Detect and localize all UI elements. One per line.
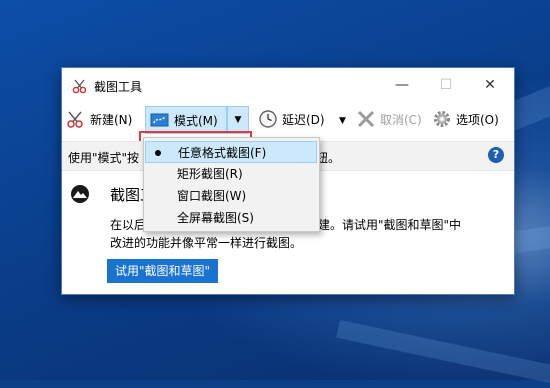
window-title: 截图工具 [94,80,143,94]
menu-item-rectangular[interactable]: 矩形截图(R) [145,163,317,185]
snip-sketch-icon [71,185,89,203]
selected-bullet-icon [155,150,161,156]
title-bar: 截图工具 — ☐ ✕ [62,68,514,102]
minimize-button[interactable]: — [380,72,424,98]
freeform-snip-icon [150,113,169,127]
cancel-button[interactable]: 取消(C) [356,106,422,132]
new-button[interactable]: 新建(N) [66,106,132,132]
options-button-label: 选项(O) [456,112,499,127]
promo-text-line1-right: 建。请试用"截图和草图"中 [318,218,462,232]
cancel-button-label: 取消(C) [380,112,422,127]
delay-button[interactable]: 延迟(D) [258,106,325,132]
delay-button-label: 延迟(D) [282,112,325,127]
menu-item-freeform[interactable]: 任意格式截图(F) [145,141,317,163]
menu-item-label: 全屏幕截图(S) [177,211,254,225]
scissors-new-icon [67,111,83,128]
mode-button-label: 模式(M) [174,113,218,128]
mode-dropdown-menu: 任意格式截图(F) 矩形截图(R) 窗口截图(W) 全屏幕截图(S) [143,137,320,232]
close-button[interactable]: ✕ [468,72,512,98]
menu-item-label: 矩形截图(R) [177,167,243,181]
promo-text-line1-left: 在以后 [110,218,147,232]
help-icon[interactable]: ? [488,147,504,163]
menu-item-label: 任意格式截图(F) [178,146,267,160]
clock-icon [259,110,277,128]
mode-dropdown-button[interactable]: ▼ [227,106,249,134]
options-button[interactable]: 选项(O) [432,106,499,132]
new-button-label: 新建(N) [90,112,133,127]
x-icon [357,110,375,128]
try-snip-sketch-button[interactable]: 试用"截图和草图" [107,259,219,283]
menu-item-window[interactable]: 窗口截图(W) [145,185,317,207]
info-text-left: 使用"模式"按 [68,151,140,165]
light-beam [336,320,550,388]
chevron-down-icon: ▼ [234,115,242,125]
maximize-button[interactable]: ☐ [424,72,468,98]
gear-icon [434,111,450,127]
menu-item-label: 窗口截图(W) [177,189,247,203]
toolbar: 新建(N) 模式(M) ▼ 延迟(D) ▼ 取消(C) 选项(O) [62,102,514,166]
promo-text-line2: 改进的功能并像平常一样进行截图。 [110,236,303,250]
mode-button[interactable]: 模式(M) [145,106,227,134]
delay-dropdown-arrow[interactable]: ▼ [339,116,346,126]
scissors-icon [72,79,87,94]
menu-item-fullscreen[interactable]: 全屏幕截图(S) [145,207,317,229]
